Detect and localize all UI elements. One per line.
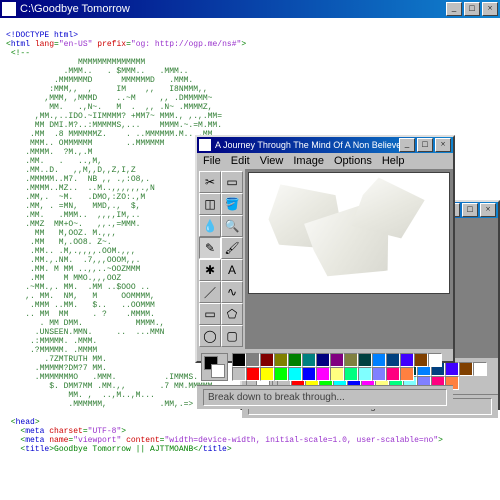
tool-free-select[interactable]: ✂ (199, 171, 221, 193)
swatch[interactable] (459, 362, 473, 376)
swatch[interactable] (260, 367, 274, 381)
window-controls: _ □ × (446, 2, 498, 16)
paint-icon (199, 139, 211, 151)
tool-picker[interactable]: 💧 (199, 215, 221, 237)
tool-rect-select[interactable]: ▭ (221, 171, 243, 193)
swatch[interactable] (274, 367, 288, 381)
swatch[interactable] (330, 367, 344, 381)
swatch[interactable] (316, 353, 330, 367)
tool-line[interactable]: ／ (199, 281, 221, 303)
swatches (232, 353, 449, 381)
app-icon (2, 2, 16, 16)
close-button[interactable]: × (482, 2, 498, 16)
swatch[interactable] (232, 367, 246, 381)
swatch[interactable] (288, 367, 302, 381)
comment-open: <!-- (11, 49, 30, 58)
menu-options[interactable]: Options (334, 155, 372, 167)
swatch[interactable] (400, 367, 414, 381)
swatch[interactable] (358, 353, 372, 367)
swatch[interactable] (246, 353, 260, 367)
swatch[interactable] (344, 367, 358, 381)
swatch[interactable] (473, 362, 487, 376)
toolbox: ✂▭◫🪣💧🔍✎🖌✱A／∿▭⬠◯▢ (197, 169, 245, 349)
tool-ellipse[interactable]: ◯ (199, 325, 221, 347)
close-button[interactable]: × (435, 138, 451, 152)
swatch[interactable] (316, 367, 330, 381)
canvas-area (245, 169, 453, 349)
current-colors[interactable] (201, 353, 228, 381)
swatch[interactable] (414, 353, 428, 367)
tool-brush[interactable]: 🖌 (221, 237, 243, 259)
main-titlebar: C:\Goodbye Tomorrow _ □ × (0, 0, 500, 18)
minimize-button[interactable]: _ (446, 2, 462, 16)
paint-title: A Journey Through The Mind Of A Non Beli… (215, 140, 399, 150)
main-title: C:\Goodbye Tomorrow (20, 3, 446, 15)
swatch[interactable] (288, 353, 302, 367)
swatch[interactable] (358, 367, 372, 381)
tool-rect[interactable]: ▭ (199, 303, 221, 325)
swatch[interactable] (386, 353, 400, 367)
menu-image[interactable]: Image (293, 155, 324, 167)
swatch[interactable] (428, 353, 442, 367)
swatch[interactable] (344, 353, 358, 367)
close-button[interactable]: × (480, 203, 496, 217)
swatch[interactable] (330, 353, 344, 367)
swatch[interactable] (386, 367, 400, 381)
swatch[interactable] (246, 367, 260, 381)
tool-fill[interactable]: 🪣 (221, 193, 243, 215)
menu-help[interactable]: Help (382, 155, 405, 167)
tool-rounded-rect[interactable]: ▢ (221, 325, 243, 347)
palette (197, 349, 453, 385)
tool-text[interactable]: A (221, 259, 243, 281)
maximize-button[interactable]: □ (464, 2, 480, 16)
tool-eraser[interactable]: ◫ (199, 193, 221, 215)
swatch[interactable] (372, 367, 386, 381)
minimize-button[interactable]: _ (399, 138, 415, 152)
tool-pencil[interactable]: ✎ (199, 237, 221, 259)
tool-spray[interactable]: ✱ (199, 259, 221, 281)
maximize-button[interactable]: □ (462, 203, 478, 217)
maximize-button[interactable]: □ (417, 138, 433, 152)
swatch[interactable] (260, 353, 274, 367)
doctype: <!DOCTYPE html> (6, 31, 78, 40)
swatch[interactable] (302, 353, 316, 367)
canvas[interactable] (248, 172, 450, 294)
menu-edit[interactable]: Edit (231, 155, 250, 167)
swatch[interactable] (274, 353, 288, 367)
swatch[interactable] (302, 367, 316, 381)
swatch[interactable] (232, 353, 246, 367)
tool-magnify[interactable]: 🔍 (221, 215, 243, 237)
menu-view[interactable]: View (260, 155, 284, 167)
menu-file[interactable]: File (203, 155, 221, 167)
swatch[interactable] (400, 353, 414, 367)
swatch[interactable] (372, 353, 386, 367)
paint-menubar: File Edit View Image Options Help (197, 153, 453, 169)
tool-polygon[interactable]: ⬠ (221, 303, 243, 325)
tool-curve[interactable]: ∿ (221, 281, 243, 303)
status-text: Break down to break through... (203, 389, 447, 406)
paint-window[interactable]: A Journey Through The Mind Of A Non Beli… (195, 135, 455, 363)
